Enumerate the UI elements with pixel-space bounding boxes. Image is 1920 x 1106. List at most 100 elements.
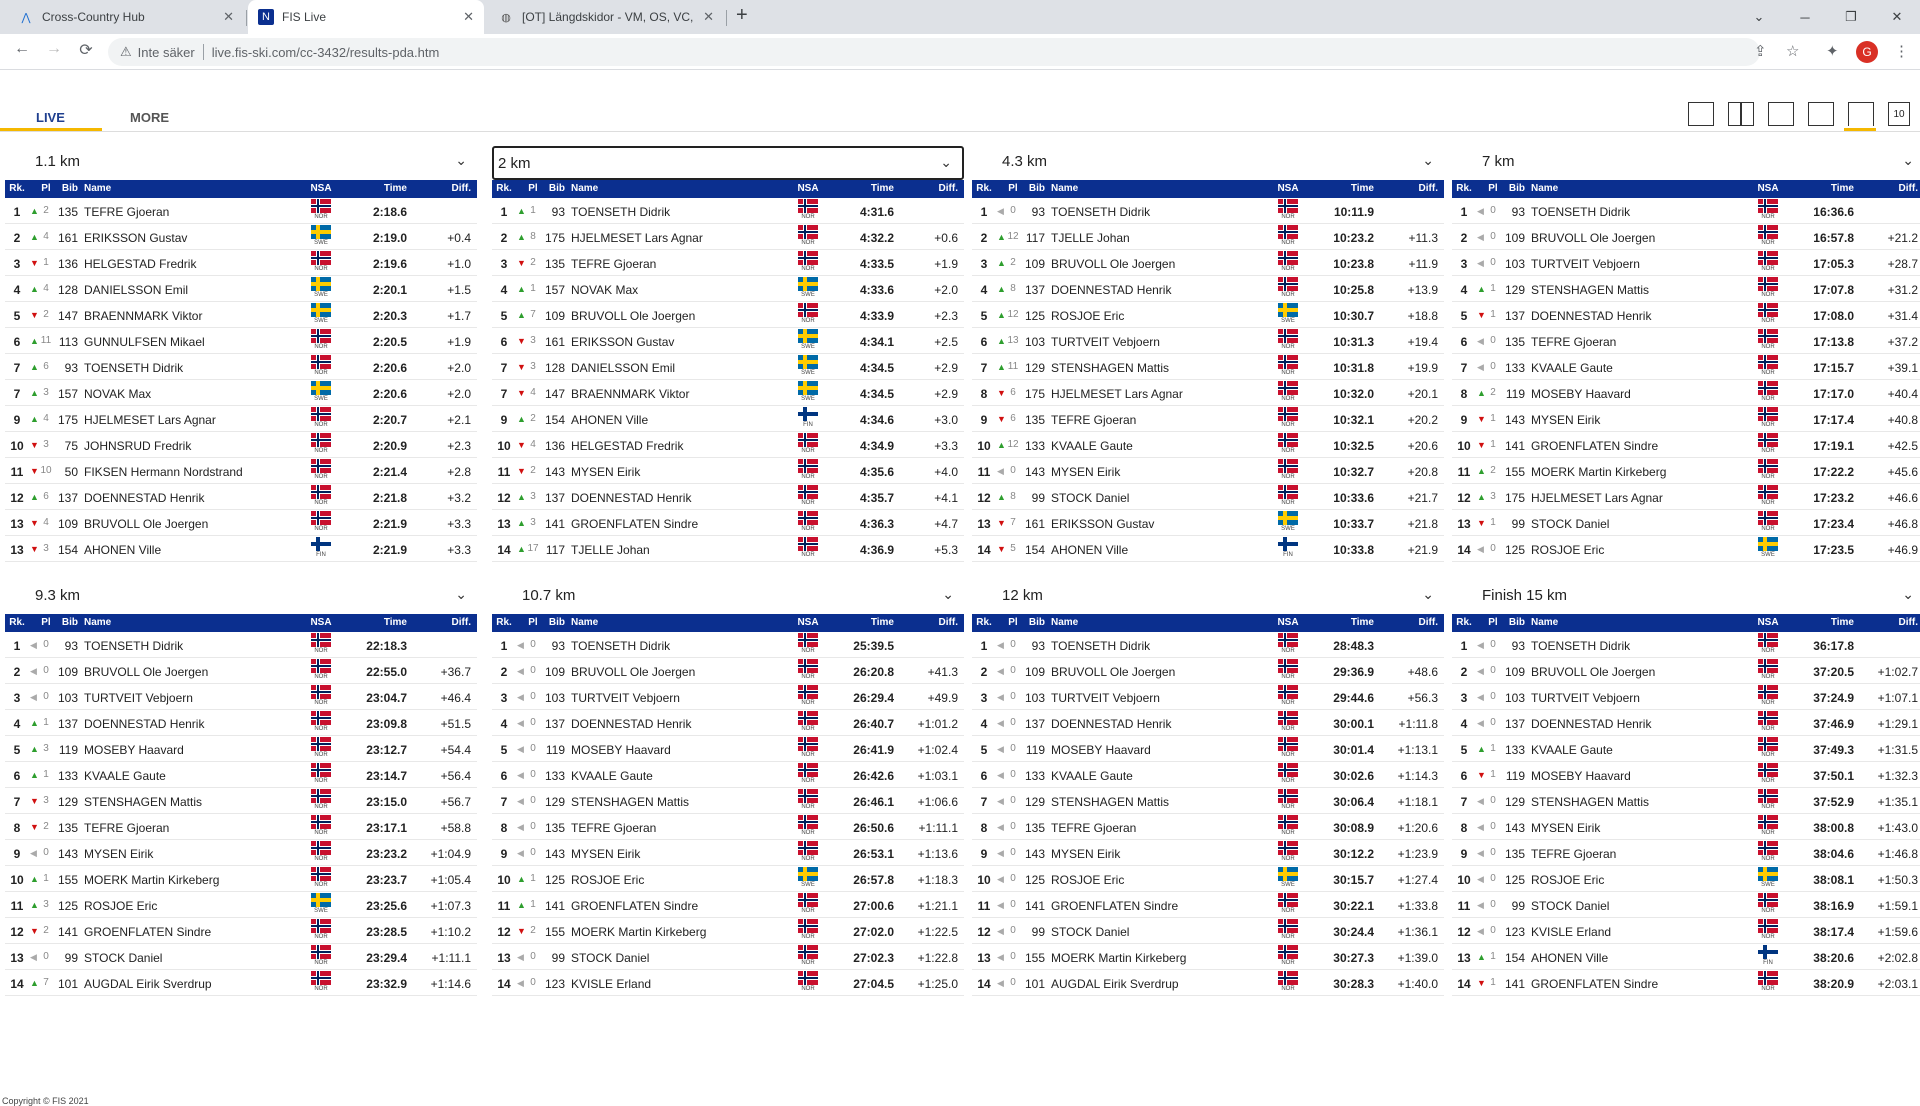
column-header-pl[interactable]: Pl	[1006, 617, 1020, 628]
table-row[interactable]: 14 ◀ 0 123 KVISLE Erland NOR 27:04.5 +1:25.0	[492, 970, 964, 996]
column-header-bib[interactable]: Bib	[1019, 617, 1045, 628]
table-row[interactable]: 3 ◀ 0 103 TURTVEIT Vebjoern NOR 17:05.3 +28.7	[1452, 250, 1920, 276]
intermediate-select[interactable]: 9.3 km ⌄	[5, 580, 477, 614]
table-row[interactable]: 9 ▼ 6 135 TEFRE Gjoeran NOR 10:32.1 +20.2	[972, 406, 1444, 432]
column-header-name[interactable]: Name	[571, 183, 781, 194]
column-header-name[interactable]: Name	[1051, 617, 1261, 628]
column-header-bib[interactable]: Bib	[1499, 617, 1525, 628]
table-row[interactable]: 13 ◀ 0 99 STOCK Daniel NOR 27:02.3 +1:22.8	[492, 944, 964, 970]
intermediate-select[interactable]: 4.3 km ⌄	[972, 146, 1444, 180]
back-button[interactable]: ←	[10, 40, 34, 58]
layout-10-icon[interactable]: 10	[1888, 102, 1910, 126]
chevron-down-icon[interactable]: ⌄	[1902, 152, 1914, 169]
table-row[interactable]: 14 ◀ 0 125 ROSJOE Eric SWE 17:23.5 +46.9	[1452, 536, 1920, 562]
table-row[interactable]: 1 ◀ 0 93 TOENSETH Didrik NOR 16:36.6	[1452, 198, 1920, 224]
table-row[interactable]: 2 ◀ 0 109 BRUVOLL Ole Joergen NOR 37:20.5 +1:02…	[1452, 658, 1920, 684]
browser-tab-cross-country-hub[interactable]: ⋀ Cross-Country Hub ✕	[8, 0, 244, 34]
table-row[interactable]: 12 ◀ 0 123 KVISLE Erland NOR 38:17.4 +1:59.6	[1452, 918, 1920, 944]
column-header-name[interactable]: Name	[571, 617, 781, 628]
column-header-pl[interactable]: Pl	[39, 183, 53, 194]
table-row[interactable]: 5 ▲ 7 109 BRUVOLL Ole Joergen NOR 4:33.9 +2.3	[492, 302, 964, 328]
table-row[interactable]: 14 ◀ 0 101 AUGDAL Eirik Sverdrup NOR 30:28.3 +1…	[972, 970, 1444, 996]
table-row[interactable]: 2 ◀ 0 109 BRUVOLL Ole Joergen NOR 26:20.8 +41.3	[492, 658, 964, 684]
table-row[interactable]: 12 ▲ 8 99 STOCK Daniel NOR 10:33.6 +21.7	[972, 484, 1444, 510]
column-header-name[interactable]: Name	[84, 617, 294, 628]
table-row[interactable]: 12 ▲ 6 137 DOENNESTAD Henrik NOR 2:21.8 +3.2	[5, 484, 477, 510]
table-row[interactable]: 11 ◀ 0 99 STOCK Daniel NOR 38:16.9 +1:59.1	[1452, 892, 1920, 918]
table-row[interactable]: 9 ▲ 2 154 AHONEN Ville FIN 4:34.6 +3.0	[492, 406, 964, 432]
table-row[interactable]: 7 ◀ 0 129 STENSHAGEN Mattis NOR 30:06.4 +1:18.1	[972, 788, 1444, 814]
table-row[interactable]: 12 ◀ 0 99 STOCK Daniel NOR 30:24.4 +1:36.1	[972, 918, 1444, 944]
layout-8-icon[interactable]	[1848, 102, 1874, 126]
table-row[interactable]: 11 ◀ 0 143 MYSEN Eirik NOR 10:32.7 +20.8	[972, 458, 1444, 484]
intermediate-select[interactable]: 10.7 km ⌄	[492, 580, 964, 614]
table-row[interactable]: 11 ◀ 0 141 GROENFLATEN Sindre NOR 30:22.1 +1:33…	[972, 892, 1444, 918]
column-header-diff[interactable]: Diff.	[411, 617, 471, 628]
menu-kebab-icon[interactable]: ⋮	[1894, 42, 1909, 60]
table-row[interactable]: 4 ▲ 8 137 DOENNESTAD Henrik NOR 10:25.8 +13.9	[972, 276, 1444, 302]
column-header-diff[interactable]: Diff.	[1858, 183, 1918, 194]
table-row[interactable]: 5 ◀ 0 119 MOSEBY Haavard NOR 30:01.4 +1:13.1	[972, 736, 1444, 762]
table-row[interactable]: 7 ◀ 0 129 STENSHAGEN Mattis NOR 26:46.1 +1:06.6	[492, 788, 964, 814]
table-row[interactable]: 3 ◀ 0 103 TURTVEIT Vebjoern NOR 37:24.9 +1:07.1	[1452, 684, 1920, 710]
browser-tab-fis-live[interactable]: N FIS Live ✕	[248, 0, 484, 34]
table-row[interactable]: 6 ▼ 3 161 ERIKSSON Gustav SWE 4:34.1 +2.5	[492, 328, 964, 354]
column-header-name[interactable]: Name	[1051, 183, 1261, 194]
column-header-time[interactable]: Time	[1786, 183, 1854, 194]
layout-2-icon[interactable]	[1728, 102, 1754, 126]
column-header-bib[interactable]: Bib	[539, 617, 565, 628]
table-row[interactable]: 3 ▼ 2 135 TEFRE Gjoeran NOR 4:33.5 +1.9	[492, 250, 964, 276]
close-icon[interactable]: ✕	[463, 9, 474, 25]
url-text[interactable]: live.fis-ski.com/cc-3432/results-pda.htm	[212, 45, 440, 60]
table-row[interactable]: 5 ▼ 1 137 DOENNESTAD Henrik NOR 17:08.0 +31.4	[1452, 302, 1920, 328]
column-header-pl[interactable]: Pl	[1486, 617, 1500, 628]
column-header-bib[interactable]: Bib	[539, 183, 565, 194]
table-row[interactable]: 6 ◀ 0 133 KVAALE Gaute NOR 30:02.6 +1:14.3	[972, 762, 1444, 788]
tab-search-button[interactable]: ⌄	[1736, 0, 1782, 34]
layout-1-icon[interactable]	[1688, 102, 1714, 126]
table-row[interactable]: 7 ◀ 0 133 KVAALE Gaute NOR 17:15.7 +39.1	[1452, 354, 1920, 380]
table-row[interactable]: 7 ▲ 11 129 STENSHAGEN Mattis NOR 10:31.8 +19.9	[972, 354, 1444, 380]
column-header-rk[interactable]: Rk.	[1452, 617, 1476, 628]
intermediate-select[interactable]: 7 km ⌄	[1452, 146, 1920, 180]
column-header-nsa[interactable]: NSA	[309, 183, 333, 194]
table-row[interactable]: 1 ◀ 0 93 TOENSETH Didrik NOR 22:18.3	[5, 632, 477, 658]
table-row[interactable]: 4 ▲ 1 129 STENSHAGEN Mattis NOR 17:07.8 +31.2	[1452, 276, 1920, 302]
layout-6-icon[interactable]	[1808, 102, 1834, 126]
table-row[interactable]: 4 ▲ 1 137 DOENNESTAD Henrik NOR 23:09.8 +51.5	[5, 710, 477, 736]
table-row[interactable]: 14 ▼ 5 154 AHONEN Ville FIN 10:33.8 +21.9	[972, 536, 1444, 562]
table-row[interactable]: 13 ◀ 0 155 MOERK Martin Kirkeberg NOR 30:27.3 +…	[972, 944, 1444, 970]
table-row[interactable]: 4 ▲ 4 128 DANIELSSON Emil SWE 2:20.1 +1.5	[5, 276, 477, 302]
table-row[interactable]: 6 ▼ 1 119 MOSEBY Haavard NOR 37:50.1 +1:32.3	[1452, 762, 1920, 788]
table-row[interactable]: 7 ▲ 3 157 NOVAK Max SWE 2:20.6 +2.0	[5, 380, 477, 406]
table-row[interactable]: 5 ◀ 0 119 MOSEBY Haavard NOR 26:41.9 +1:02.4	[492, 736, 964, 762]
intermediate-select[interactable]: 2 km ⌄	[492, 146, 964, 180]
column-header-diff[interactable]: Diff.	[1378, 617, 1438, 628]
chevron-down-icon[interactable]: ⌄	[1422, 152, 1434, 169]
table-row[interactable]: 5 ▲ 3 119 MOSEBY Haavard NOR 23:12.7 +54.4	[5, 736, 477, 762]
table-row[interactable]: 1 ◀ 0 93 TOENSETH Didrik NOR 36:17.8	[1452, 632, 1920, 658]
table-row[interactable]: 1 ▲ 1 93 TOENSETH Didrik NOR 4:31.6	[492, 198, 964, 224]
table-row[interactable]: 9 ▲ 4 175 HJELMESET Lars Agnar NOR 2:20.7 +2.1	[5, 406, 477, 432]
column-header-nsa[interactable]: NSA	[309, 617, 333, 628]
column-header-nsa[interactable]: NSA	[1756, 183, 1780, 194]
intermediate-select[interactable]: 1.1 km ⌄	[5, 146, 477, 180]
column-header-nsa[interactable]: NSA	[796, 617, 820, 628]
table-row[interactable]: 3 ▼ 1 136 HELGESTAD Fredrik NOR 2:19.6 +1.0	[5, 250, 477, 276]
table-row[interactable]: 3 ◀ 0 103 TURTVEIT Vebjoern NOR 29:44.6 +56.3	[972, 684, 1444, 710]
column-header-nsa[interactable]: NSA	[1756, 617, 1780, 628]
table-row[interactable]: 8 ▼ 6 175 HJELMESET Lars Agnar NOR 10:32.0 +20.…	[972, 380, 1444, 406]
table-row[interactable]: 2 ▲ 12 117 TJELLE Johan NOR 10:23.2 +11.3	[972, 224, 1444, 250]
column-header-rk[interactable]: Rk.	[5, 617, 29, 628]
close-icon[interactable]: ✕	[223, 9, 234, 25]
intermediate-select[interactable]: 12 km ⌄	[972, 580, 1444, 614]
share-icon[interactable]: ⇪	[1754, 42, 1767, 60]
column-header-time[interactable]: Time	[826, 183, 894, 194]
chevron-down-icon[interactable]: ⌄	[1422, 586, 1434, 603]
table-row[interactable]: 10 ▼ 3 75 JOHNSRUD Fredrik NOR 2:20.9 +2.3	[5, 432, 477, 458]
table-row[interactable]: 9 ◀ 0 143 MYSEN Eirik NOR 23:23.2 +1:04.9	[5, 840, 477, 866]
column-header-pl[interactable]: Pl	[1486, 183, 1500, 194]
profile-avatar[interactable]: G	[1856, 41, 1878, 63]
table-row[interactable]: 12 ▲ 3 137 DOENNESTAD Henrik NOR 4:35.7 +4.1	[492, 484, 964, 510]
table-row[interactable]: 12 ▼ 2 141 GROENFLATEN Sindre NOR 23:28.5 +1:10…	[5, 918, 477, 944]
